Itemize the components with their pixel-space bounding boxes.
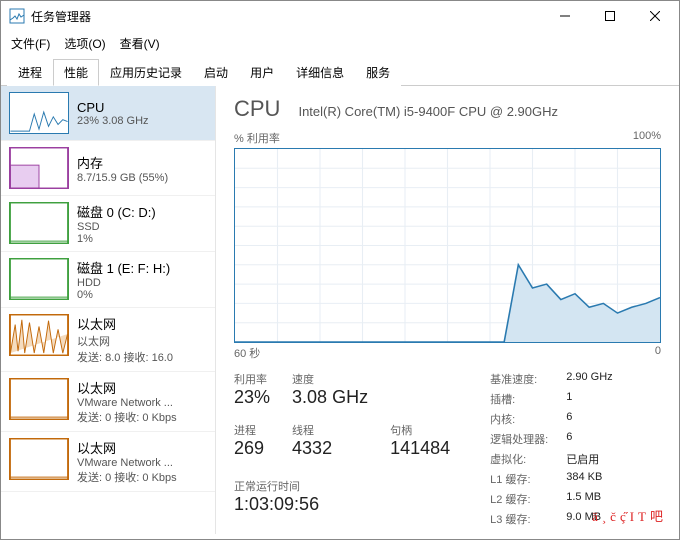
- sidebar-item-title: 磁盘 1 (E: F: H:): [77, 258, 170, 277]
- sidebar-item-sub: 8.7/15.9 GB (55%): [77, 172, 168, 184]
- tabbar: 进程 性能 应用历史记录 启动 用户 详细信息 服务: [1, 58, 679, 86]
- app-icon: [9, 8, 25, 24]
- sidebar-item-3[interactable]: 磁盘 1 (E: F: H:)HDD0%: [1, 252, 215, 308]
- thumb-icon: [9, 258, 69, 300]
- sidebar-item-0[interactable]: CPU23% 3.08 GHz: [1, 86, 215, 141]
- sidebar-item-title: 磁盘 0 (C: D:): [77, 202, 156, 221]
- speed-value: 3.08 GHz: [292, 387, 368, 408]
- util-label: 利用率: [234, 371, 270, 387]
- tab-processes[interactable]: 进程: [7, 59, 53, 86]
- cores-value: 6: [566, 411, 612, 427]
- l2-label: L2 缓存:: [490, 491, 548, 507]
- sidebar-item-title: 内存: [77, 153, 168, 172]
- sidebar-item-title: 以太网: [77, 314, 173, 333]
- sidebar-item-title: 以太网: [77, 438, 177, 457]
- stats-left: 利用率 23% 速度 3.08 GHz 进程 269 线程 4332 句柄 14…: [234, 371, 450, 527]
- close-button[interactable]: [632, 2, 677, 30]
- tab-app-history[interactable]: 应用历史记录: [99, 59, 193, 86]
- titlebar: 任务管理器: [1, 1, 679, 31]
- menu-view[interactable]: 查看(V): [120, 35, 160, 52]
- sidebar-item-sub2: 发送: 8.0 接收: 16.0: [77, 349, 173, 365]
- sidebar-item-sub: VMware Network ...: [77, 457, 177, 469]
- base-value: 2.90 GHz: [566, 371, 612, 387]
- uptime-value: 1:03:09:56: [234, 494, 450, 515]
- thumb-icon: [9, 314, 69, 356]
- sidebar-item-5[interactable]: 以太网VMware Network ...发送: 0 接收: 0 Kbps: [1, 372, 215, 432]
- handle-label: 句柄: [390, 422, 450, 438]
- sidebar-item-6[interactable]: 以太网VMware Network ...发送: 0 接收: 0 Kbps: [1, 432, 215, 492]
- sidebar-item-sub: HDD: [77, 277, 170, 289]
- proc-value: 269: [234, 438, 270, 459]
- sidebar-item-sub: SSD: [77, 221, 156, 233]
- thread-label: 线程: [292, 422, 368, 438]
- menu-file[interactable]: 文件(F): [11, 35, 50, 52]
- main-panel: CPU Intel(R) Core(TM) i5-9400F CPU @ 2.9…: [216, 86, 679, 534]
- sidebar[interactable]: CPU23% 3.08 GHz内存8.7/15.9 GB (55%)磁盘 0 (…: [1, 86, 216, 534]
- sidebar-item-sub2: 发送: 0 接收: 0 Kbps: [77, 409, 177, 425]
- chart-ymax: 100%: [633, 130, 661, 146]
- lp-label: 逻辑处理器:: [490, 431, 548, 447]
- l1-label: L1 缓存:: [490, 471, 548, 487]
- virt-label: 虚拟化:: [490, 451, 548, 467]
- sidebar-item-sub2: 0%: [77, 289, 170, 301]
- sidebar-item-title: 以太网: [77, 378, 177, 397]
- sockets-label: 插槽:: [490, 391, 548, 407]
- base-label: 基准速度:: [490, 371, 548, 387]
- lp-value: 6: [566, 431, 612, 447]
- handle-value: 141484: [390, 438, 450, 459]
- tab-details[interactable]: 详细信息: [285, 59, 355, 86]
- page-title: CPU: [234, 96, 280, 122]
- stats-right: 基准速度:2.90 GHz 插槽:1 内核:6 逻辑处理器:6 虚拟化:已启用 …: [490, 371, 613, 527]
- chart-xmin: 0: [655, 345, 661, 361]
- l2-value: 1.5 MB: [566, 491, 612, 507]
- uptime-label: 正常运行时间: [234, 478, 450, 494]
- tab-startup[interactable]: 启动: [193, 59, 239, 86]
- l3-label: L3 缓存:: [490, 511, 548, 527]
- sidebar-item-sub2: 1%: [77, 233, 156, 245]
- l1-value: 384 KB: [566, 471, 612, 487]
- sidebar-item-sub: 23% 3.08 GHz: [77, 115, 149, 127]
- sidebar-item-2[interactable]: 磁盘 0 (C: D:)SSD1%: [1, 196, 215, 252]
- tab-users[interactable]: 用户: [239, 59, 285, 86]
- sidebar-item-4[interactable]: 以太网以太网发送: 8.0 接收: 16.0: [1, 308, 215, 372]
- watermark: ä¸čç̋IT吧: [592, 506, 667, 525]
- minimize-button[interactable]: [542, 2, 587, 30]
- thumb-icon: [9, 438, 69, 480]
- sidebar-item-1[interactable]: 内存8.7/15.9 GB (55%): [1, 141, 215, 196]
- chart-ylabel: % 利用率: [234, 130, 280, 146]
- window-title: 任务管理器: [31, 8, 542, 25]
- tab-performance[interactable]: 性能: [53, 59, 99, 86]
- cpu-model: Intel(R) Core(TM) i5-9400F CPU @ 2.90GHz: [298, 104, 558, 119]
- thread-value: 4332: [292, 438, 368, 459]
- content: CPU23% 3.08 GHz内存8.7/15.9 GB (55%)磁盘 0 (…: [1, 86, 679, 534]
- cpu-chart: [234, 148, 661, 343]
- chart-xlabel: 60 秒: [234, 345, 260, 361]
- cores-label: 内核:: [490, 411, 548, 427]
- menu-options[interactable]: 选项(O): [64, 35, 105, 52]
- sidebar-item-title: CPU: [77, 100, 149, 115]
- sidebar-item-sub: VMware Network ...: [77, 397, 177, 409]
- speed-label: 速度: [292, 371, 368, 387]
- menubar: 文件(F) 选项(O) 查看(V): [1, 31, 679, 58]
- proc-label: 进程: [234, 422, 270, 438]
- util-value: 23%: [234, 387, 270, 408]
- thumb-icon: [9, 202, 69, 244]
- sidebar-item-sub: 以太网: [77, 333, 173, 349]
- maximize-button[interactable]: [587, 2, 632, 30]
- thumb-icon: [9, 378, 69, 420]
- thumb-icon: [9, 92, 69, 134]
- sidebar-item-sub2: 发送: 0 接收: 0 Kbps: [77, 469, 177, 485]
- thumb-icon: [9, 147, 69, 189]
- virt-value: 已启用: [566, 451, 612, 467]
- sockets-value: 1: [566, 391, 612, 407]
- tab-services[interactable]: 服务: [355, 59, 401, 86]
